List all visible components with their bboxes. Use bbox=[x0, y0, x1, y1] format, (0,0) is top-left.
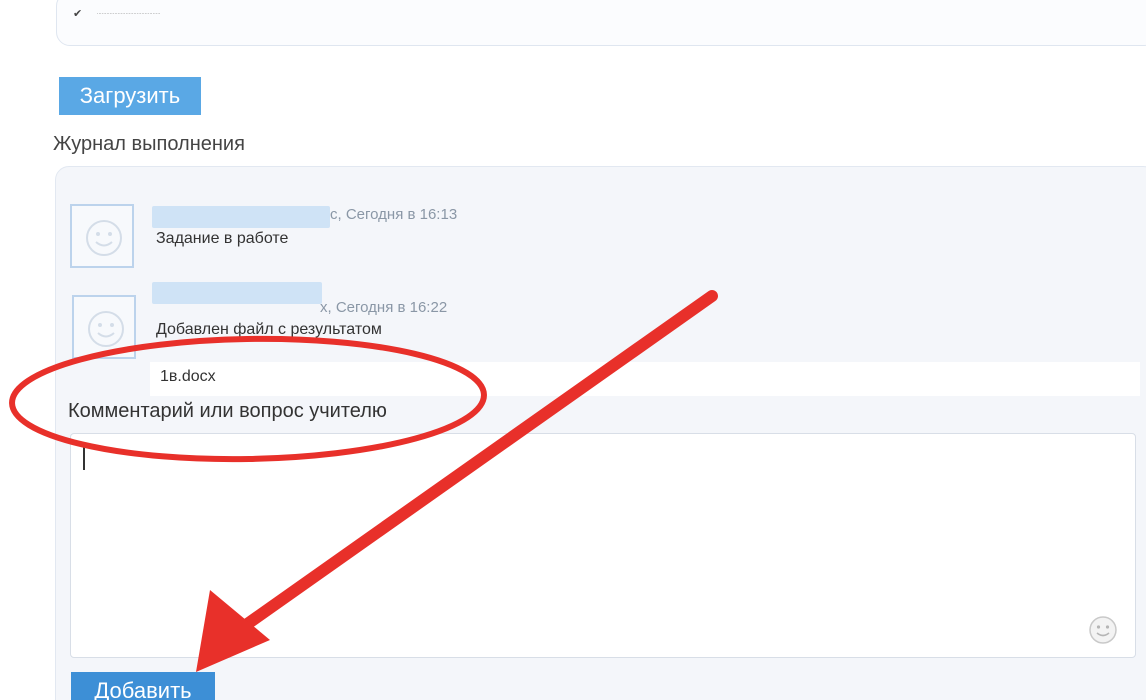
entry-meta: х, Сегодня в 16:22 bbox=[320, 299, 448, 316]
author-name-redacted bbox=[152, 206, 330, 228]
author-name-redacted bbox=[152, 282, 322, 304]
comment-textarea[interactable] bbox=[70, 433, 1136, 658]
avatar bbox=[70, 204, 134, 268]
check-icon: ✔ bbox=[73, 8, 83, 20]
attachment-caption: ........................................ bbox=[97, 10, 161, 16]
smiley-icon bbox=[86, 220, 122, 256]
attached-file-row bbox=[150, 362, 1140, 396]
smiley-icon bbox=[88, 311, 124, 347]
entry-meta: с, Сегодня в 16:13 bbox=[330, 206, 458, 223]
attached-file-link[interactable]: 1в.docx bbox=[160, 368, 216, 386]
add-button[interactable]: Добавить bbox=[71, 672, 215, 700]
upload-button[interactable]: Загрузить bbox=[59, 77, 201, 115]
avatar bbox=[72, 295, 136, 359]
entry-text: Добавлен файл с результатом bbox=[156, 321, 382, 338]
text-caret bbox=[83, 446, 85, 470]
emoji-picker-icon[interactable] bbox=[1087, 614, 1119, 651]
journal-heading: Журнал выполнения bbox=[53, 133, 245, 155]
entry-text: Задание в работе bbox=[156, 230, 289, 247]
comment-label: Комментарий или вопрос учителю bbox=[68, 400, 387, 422]
attachment-box: ✔ ......................................… bbox=[56, 0, 1146, 46]
